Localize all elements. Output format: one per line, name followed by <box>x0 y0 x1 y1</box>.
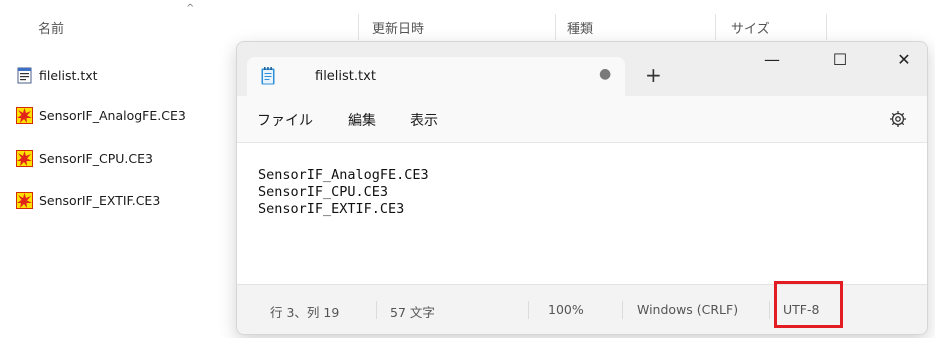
maximize-button[interactable]: ☐ <box>825 50 855 69</box>
menu-bar: ファイル 編集 表示 <box>237 96 927 142</box>
file-name: SensorIF_AnalogFE.CE3 <box>39 107 186 123</box>
text-editor[interactable]: SensorIF_AnalogFE.CE3 SensorIF_CPU.CE3 S… <box>237 142 927 285</box>
title-bar[interactable]: filelist.txt ● + — ☐ ✕ <box>237 42 927 97</box>
file-row-filelist[interactable]: filelist.txt <box>16 64 98 86</box>
gear-icon[interactable] <box>889 110 907 128</box>
menu-view[interactable]: 表示 <box>410 110 438 130</box>
ce3-file-icon <box>16 149 33 167</box>
column-divider[interactable] <box>555 14 556 40</box>
file-name: SensorIF_CPU.CE3 <box>39 150 153 166</box>
tab-filelist[interactable]: filelist.txt ● <box>247 57 625 97</box>
column-header-modified[interactable]: 更新日時 <box>372 14 424 40</box>
status-zoom[interactable]: 100% <box>548 302 584 317</box>
status-divider <box>376 301 377 319</box>
column-header-size[interactable]: サイズ <box>731 14 770 40</box>
close-button[interactable]: ✕ <box>889 50 919 69</box>
encoding-highlight-box <box>774 281 843 328</box>
column-header-name[interactable]: 名前 <box>38 14 64 40</box>
status-divider <box>528 301 529 319</box>
file-row-extif[interactable]: SensorIF_EXTIF.CE3 <box>16 189 160 211</box>
editor-content[interactable]: SensorIF_AnalogFE.CE3 SensorIF_CPU.CE3 S… <box>258 167 429 218</box>
column-divider[interactable] <box>826 14 827 40</box>
unsaved-indicator[interactable]: ● <box>599 66 611 82</box>
menu-file[interactable]: ファイル <box>257 110 313 130</box>
file-row-analogfe[interactable]: SensorIF_AnalogFE.CE3 <box>16 104 186 126</box>
status-divider <box>622 301 623 319</box>
sort-ascending-icon: ^ <box>186 3 195 14</box>
minimize-button[interactable]: — <box>757 50 787 69</box>
file-row-cpu[interactable]: SensorIF_CPU.CE3 <box>16 147 153 169</box>
text-file-icon <box>17 67 32 83</box>
notepad-window: filelist.txt ● + — ☐ ✕ ファイル 編集 表示 Sensor… <box>236 41 928 335</box>
column-divider[interactable] <box>715 14 716 40</box>
notepad-icon <box>261 67 275 85</box>
ce3-file-icon <box>16 191 33 209</box>
column-header-type[interactable]: 種類 <box>567 14 593 40</box>
status-cursor-position[interactable]: 行 3、列 19 <box>270 302 339 321</box>
status-char-count: 57 文字 <box>390 305 435 320</box>
status-bar: 行 3、列 19 57 文字 100% Windows (CRLF) UTF-8 <box>237 281 927 334</box>
column-divider[interactable] <box>358 14 359 40</box>
file-name: SensorIF_EXTIF.CE3 <box>39 192 161 208</box>
status-line-ending[interactable]: Windows (CRLF) <box>637 302 738 317</box>
status-divider <box>769 301 770 319</box>
ce3-file-icon <box>16 106 33 124</box>
file-name: filelist.txt <box>39 67 98 83</box>
tab-title: filelist.txt <box>315 69 376 84</box>
new-tab-button[interactable]: + <box>645 64 662 86</box>
menu-edit[interactable]: 編集 <box>348 110 376 130</box>
